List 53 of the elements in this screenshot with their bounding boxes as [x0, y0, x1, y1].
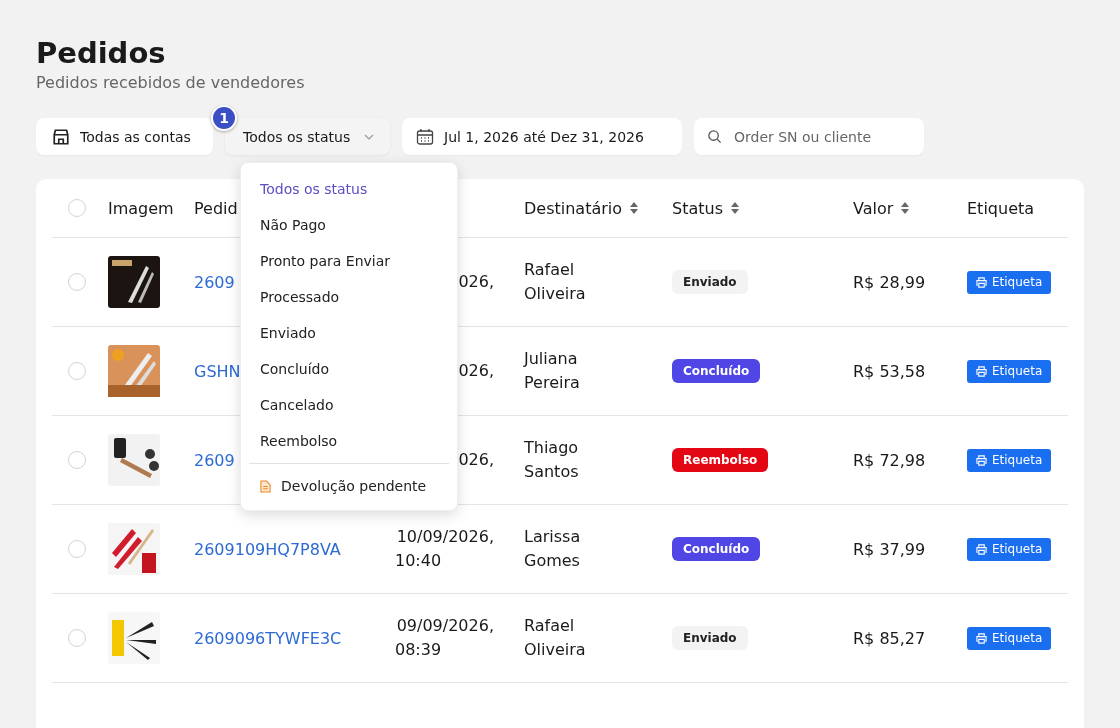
account-dropdown[interactable]: Todas as contas [36, 118, 213, 155]
status-badge: Concluído [672, 359, 761, 383]
menu-item[interactable]: Reembolso [249, 423, 449, 459]
column-header[interactable]: Destinatário [524, 198, 623, 218]
recipient-name: Larissa Gomes [524, 526, 582, 572]
step-badge: 1 [211, 105, 237, 131]
order-value: R$ 37,99 [853, 539, 926, 559]
label-button[interactable]: Etiqueta [967, 359, 1052, 383]
column-header: Pedid [194, 198, 238, 218]
order-link[interactable]: 2609 [194, 272, 235, 292]
recipient-name: Thiago Santos [524, 437, 580, 483]
label-button[interactable]: Etiqueta [967, 270, 1052, 294]
order-link[interactable]: GSHN [194, 361, 241, 381]
order-link[interactable]: 2609 [194, 450, 235, 470]
menu-item[interactable]: Cancelado [249, 387, 449, 423]
order-date: 026, [457, 360, 494, 382]
menu-item[interactable]: Pronto para Enviar [249, 243, 449, 279]
menu-item[interactable]: Todos os status [249, 171, 449, 207]
label-button[interactable]: Etiqueta [967, 537, 1052, 561]
order-time: 08:39 [395, 639, 442, 661]
menu-item[interactable]: Enviado [249, 315, 449, 351]
status-badge: Reembolso [672, 448, 769, 472]
order-date: 09/09/2026, [395, 615, 494, 637]
column-header[interactable]: Valor [853, 198, 894, 218]
status-badge: Enviado [672, 626, 748, 650]
page-subtitle: Pedidos recebidos de vendedores [36, 73, 305, 92]
column-header[interactable]: Status [672, 198, 723, 218]
recipient-name: Rafael Oliveira [524, 615, 587, 661]
column-header: Etiqueta [967, 198, 1035, 218]
order-date: 026, [457, 271, 494, 293]
order-time: 10:40 [395, 550, 442, 572]
order-date: 026, [457, 449, 494, 471]
recipient-name: Juliana Pereira [524, 348, 581, 394]
search-field[interactable]: Order SN ou cliente [694, 118, 924, 155]
order-date: 10/09/2026, [395, 526, 494, 548]
order-value: R$ 28,99 [853, 272, 926, 292]
column-header: Imagem [108, 198, 174, 218]
label-button[interactable]: Etiqueta [967, 626, 1052, 650]
menu-item[interactable]: Devolução pendente [249, 468, 449, 504]
recipient-name: Rafael Oliveira [524, 259, 587, 305]
page-title: Pedidos [36, 35, 166, 72]
order-value: R$ 72,98 [853, 450, 926, 470]
label-button[interactable]: Etiqueta [967, 448, 1052, 472]
menu-item[interactable]: Concluído [249, 351, 449, 387]
status-badge: Enviado [672, 270, 748, 294]
order-value: R$ 53,58 [853, 361, 926, 381]
order-link[interactable]: 2609096TYWFE3C [194, 628, 342, 648]
order-value: R$ 85,27 [853, 628, 926, 648]
date-range-field[interactable]: Jul 1, 2026 até Dez 31, 2026 [402, 118, 682, 155]
order-link[interactable]: 2609109HQ7P8VA [194, 539, 341, 559]
status-badge: Concluído [672, 537, 761, 561]
menu-item[interactable]: Não Pago [249, 207, 449, 243]
menu-item[interactable]: Processado [249, 279, 449, 315]
